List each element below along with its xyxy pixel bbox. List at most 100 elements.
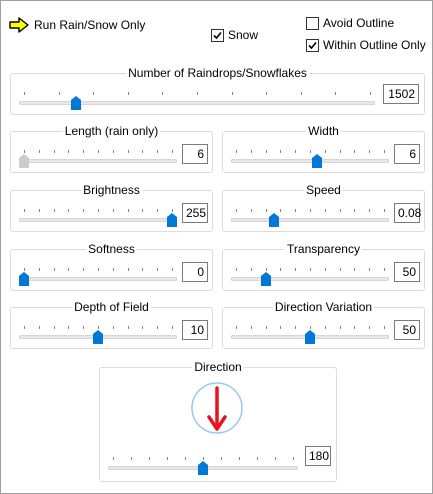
slider-tick [295, 150, 296, 153]
slider-tick [172, 209, 173, 212]
slider-tick [128, 209, 129, 212]
softness-value-input[interactable]: 0 [182, 262, 208, 282]
slider-thumb[interactable] [93, 330, 103, 344]
slider-tick [54, 209, 55, 212]
checkmark-icon [213, 31, 222, 39]
slider-tick [236, 268, 237, 271]
slider-tick [325, 150, 326, 153]
length-title: Length (rain only) [62, 124, 161, 138]
slider-tick [83, 326, 84, 329]
slider-thumb[interactable] [19, 154, 29, 168]
brightness-value-input[interactable]: 255 [182, 203, 208, 223]
slider-tick [280, 209, 281, 212]
slider-tick [172, 268, 173, 271]
slider-tick [251, 268, 252, 271]
slider-thumb[interactable] [19, 272, 29, 286]
slider-tick [68, 268, 69, 271]
depth-of-field-title: Depth of Field [72, 300, 151, 314]
slider-tick [384, 209, 385, 212]
slider-tick [295, 326, 296, 329]
slider-thumb[interactable] [269, 213, 279, 227]
slider-tick [172, 326, 173, 329]
slider-tick [266, 209, 267, 212]
transparency-slider[interactable] [231, 265, 389, 289]
within-outline-checkbox-box[interactable] [306, 38, 319, 52]
softness-title: Softness [86, 242, 137, 256]
slider-thumb[interactable] [305, 330, 315, 344]
direction-dial[interactable] [189, 380, 245, 436]
slider-tick [39, 150, 40, 153]
slider-track[interactable] [231, 159, 389, 163]
run-rain-snow-only-button[interactable]: Run Rain/Snow Only [9, 13, 145, 37]
slider-tick [236, 326, 237, 329]
slider-thumb[interactable] [198, 461, 208, 475]
dialog-panel: Run Rain/Snow Only Snow Avoid Outline Wi… [0, 0, 433, 494]
slider-tick [221, 457, 222, 460]
brightness-slider[interactable] [19, 206, 177, 230]
slider-tick [98, 150, 99, 153]
depth-of-field-slider[interactable] [19, 323, 177, 347]
width-slider[interactable] [231, 147, 389, 171]
slider-tick [83, 150, 84, 153]
slider-tick [142, 268, 143, 271]
slider-tick [384, 150, 385, 153]
slider-tick [295, 209, 296, 212]
slider-tick [325, 268, 326, 271]
run-button-label: Run Rain/Snow Only [34, 18, 146, 32]
slider-tick [236, 209, 237, 212]
speed-group: Speed 0.08 [222, 183, 425, 232]
within-outline-only-checkbox[interactable]: Within Outline Only [306, 37, 426, 53]
slider-thumb[interactable] [312, 154, 322, 168]
speed-value-input[interactable]: 0.08 [394, 203, 421, 223]
slider-tick [185, 457, 186, 460]
slider-tick [301, 92, 302, 95]
avoid-outline-label: Avoid Outline [323, 16, 395, 30]
depth-of-field-value-input[interactable]: 10 [182, 320, 208, 340]
slider-track[interactable] [231, 277, 389, 281]
raindrops-group: Number of Raindrops/Snowflakes 1502 [10, 66, 425, 115]
slider-track[interactable] [19, 159, 177, 163]
avoid-outline-checkbox[interactable]: Avoid Outline [306, 15, 394, 31]
transparency-value-input[interactable]: 50 [394, 262, 420, 282]
direction-slider[interactable] [108, 454, 298, 478]
slider-tick [157, 326, 158, 329]
slider-thumb[interactable] [167, 213, 177, 227]
speed-slider[interactable] [231, 206, 389, 230]
slider-tick [157, 209, 158, 212]
slider-track[interactable] [231, 218, 389, 222]
slider-tick [54, 150, 55, 153]
direction-value-input[interactable]: 180 [305, 446, 331, 466]
right-arrow-icon [9, 17, 29, 33]
snow-checkbox-box[interactable] [211, 28, 224, 42]
width-value-input[interactable]: 6 [394, 144, 420, 164]
slider-tick [113, 268, 114, 271]
snow-checkbox[interactable]: Snow [211, 27, 258, 43]
length-value-input[interactable]: 6 [182, 144, 208, 164]
raindrops-slider[interactable] [19, 89, 375, 113]
width-title: Width [306, 124, 341, 138]
slider-track[interactable] [19, 277, 177, 281]
slider-tick [266, 268, 267, 271]
slider-tick [280, 326, 281, 329]
length-slider[interactable] [19, 147, 177, 171]
slider-thumb[interactable] [261, 272, 271, 286]
slider-thumb[interactable] [71, 96, 81, 110]
avoid-outline-checkbox-box[interactable] [306, 16, 319, 30]
slider-tick [310, 150, 311, 153]
slider-tick [157, 268, 158, 271]
raindrops-value-input[interactable]: 1502 [383, 84, 419, 104]
slider-tick [128, 150, 129, 153]
slider-track[interactable] [19, 218, 177, 222]
slider-tick [24, 268, 25, 271]
slider-tick [266, 326, 267, 329]
slider-tick [251, 326, 252, 329]
direction-variation-slider[interactable] [231, 323, 389, 347]
slider-tick [369, 268, 370, 271]
slider-tick [68, 209, 69, 212]
within-outline-label: Within Outline Only [323, 38, 426, 52]
slider-tick [39, 209, 40, 212]
softness-slider[interactable] [19, 265, 177, 289]
slider-tick [131, 457, 132, 460]
slider-tick [128, 92, 129, 95]
direction-variation-value-input[interactable]: 50 [394, 320, 420, 340]
